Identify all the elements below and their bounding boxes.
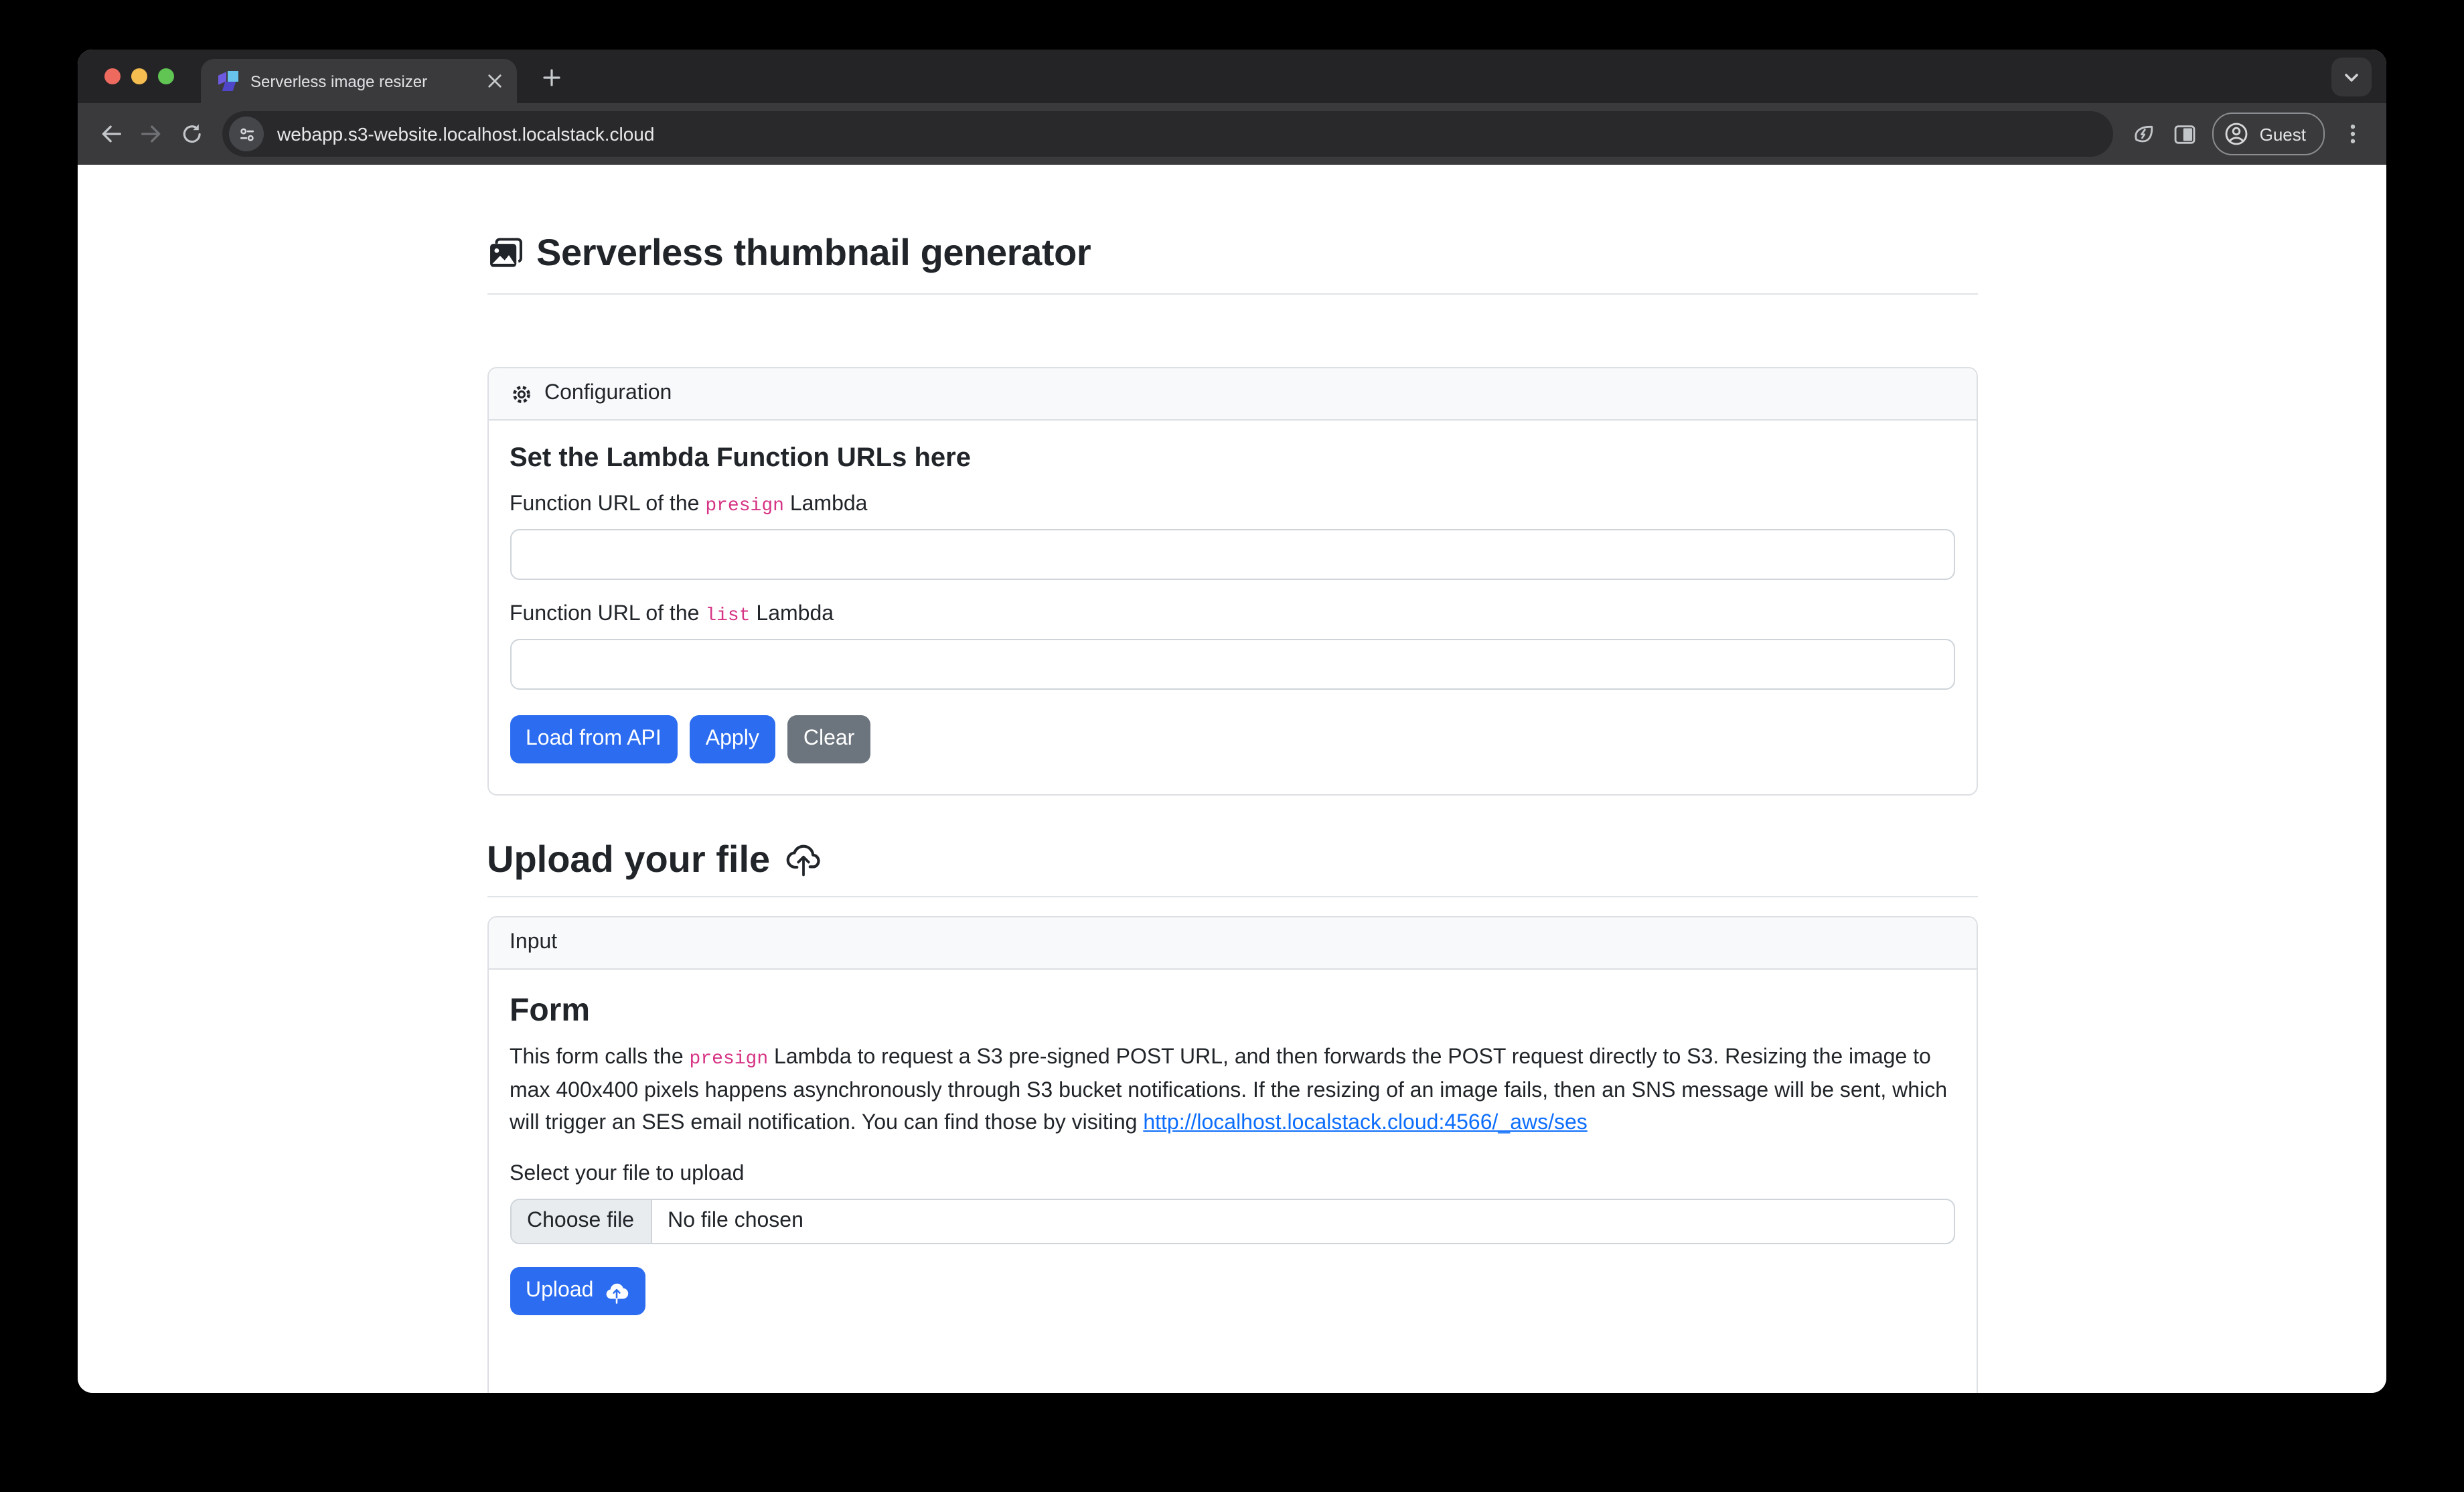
address-bar[interactable]: webapp.s3-website.localhost.localstack.c… bbox=[222, 111, 2114, 157]
browser-tab[interactable]: Serverless image resizer bbox=[201, 59, 517, 103]
configuration-card-header: Configuration bbox=[488, 368, 1976, 421]
traffic-lights bbox=[104, 68, 174, 84]
site-settings-icon[interactable] bbox=[229, 117, 264, 151]
energy-saver-icon[interactable] bbox=[2125, 114, 2165, 154]
browser-menu-icon[interactable] bbox=[2333, 114, 2373, 154]
browser-window: Serverless image resizer bbox=[78, 50, 2386, 1393]
configuration-heading: Set the Lambda Function URLs here bbox=[510, 443, 1954, 474]
ses-link[interactable]: http://localhost.localstack.cloud:4566/_… bbox=[1143, 1112, 1588, 1134]
upload-button[interactable]: Upload bbox=[510, 1267, 645, 1315]
url-text: webapp.s3-website.localhost.localstack.c… bbox=[277, 123, 654, 145]
clear-button[interactable]: Clear bbox=[787, 715, 870, 763]
cloud-upload-fill-icon bbox=[604, 1278, 629, 1304]
presign-code: presign bbox=[690, 1049, 769, 1070]
upload-button-label: Upload bbox=[526, 1275, 593, 1307]
list-code: list bbox=[705, 605, 750, 627]
minimize-window-button[interactable] bbox=[131, 68, 147, 84]
file-input[interactable]: Choose file No file chosen bbox=[510, 1199, 1954, 1244]
images-icon bbox=[487, 235, 523, 271]
divider bbox=[487, 896, 1977, 897]
close-window-button[interactable] bbox=[104, 68, 121, 84]
site-favicon bbox=[218, 70, 240, 92]
profile-button[interactable]: Guest bbox=[2213, 113, 2325, 155]
input-card: Input Form This form calls the presign L… bbox=[487, 916, 1977, 1393]
divider bbox=[487, 293, 1977, 295]
side-panel-icon[interactable] bbox=[2165, 114, 2205, 154]
form-description: This form calls the presign Lambda to re… bbox=[510, 1042, 1954, 1140]
cloud-upload-icon bbox=[783, 840, 824, 880]
list-url-input[interactable] bbox=[510, 639, 1954, 690]
form-heading: Form bbox=[510, 992, 1954, 1030]
upload-heading-text: Upload your file bbox=[487, 838, 770, 881]
load-from-api-button[interactable]: Load from API bbox=[510, 715, 678, 763]
tab-title: Serverless image resizer bbox=[250, 72, 482, 90]
page-header: Serverless thumbnail generator bbox=[487, 232, 1977, 275]
forward-icon[interactable] bbox=[131, 114, 171, 154]
page-title: Serverless thumbnail generator bbox=[536, 232, 1091, 275]
page-viewport: Serverless thumbnail generator Configura… bbox=[78, 165, 2386, 1393]
configuration-card-title: Configuration bbox=[544, 382, 672, 406]
presign-url-input[interactable] bbox=[510, 529, 1954, 580]
profile-label: Guest bbox=[2260, 124, 2306, 144]
presign-code: presign bbox=[705, 496, 784, 517]
back-icon[interactable] bbox=[91, 114, 131, 154]
input-card-title: Input bbox=[510, 931, 557, 955]
input-card-header: Input bbox=[488, 917, 1976, 970]
tab-close-icon[interactable] bbox=[482, 69, 506, 93]
guest-avatar-icon bbox=[2224, 121, 2250, 147]
zoom-window-button[interactable] bbox=[158, 68, 174, 84]
reload-icon[interactable] bbox=[171, 114, 212, 154]
configuration-card: Configuration Set the Lambda Function UR… bbox=[487, 367, 1977, 796]
presign-url-label: Function URL of the presign Lambda bbox=[510, 493, 1954, 517]
tab-search-button[interactable] bbox=[2331, 58, 2372, 96]
browser-toolbar: webapp.s3-website.localhost.localstack.c… bbox=[78, 103, 2386, 165]
gear-icon bbox=[510, 382, 532, 405]
apply-button[interactable]: Apply bbox=[690, 715, 775, 763]
file-chosen-status: No file chosen bbox=[651, 1200, 820, 1243]
choose-file-button[interactable]: Choose file bbox=[511, 1200, 651, 1243]
list-url-label: Function URL of the list Lambda bbox=[510, 603, 1954, 627]
upload-section-header: Upload your file bbox=[487, 838, 1977, 881]
tab-strip: Serverless image resizer bbox=[78, 50, 2386, 103]
file-select-label: Select your file to upload bbox=[510, 1163, 1954, 1187]
new-tab-button[interactable] bbox=[536, 62, 568, 94]
